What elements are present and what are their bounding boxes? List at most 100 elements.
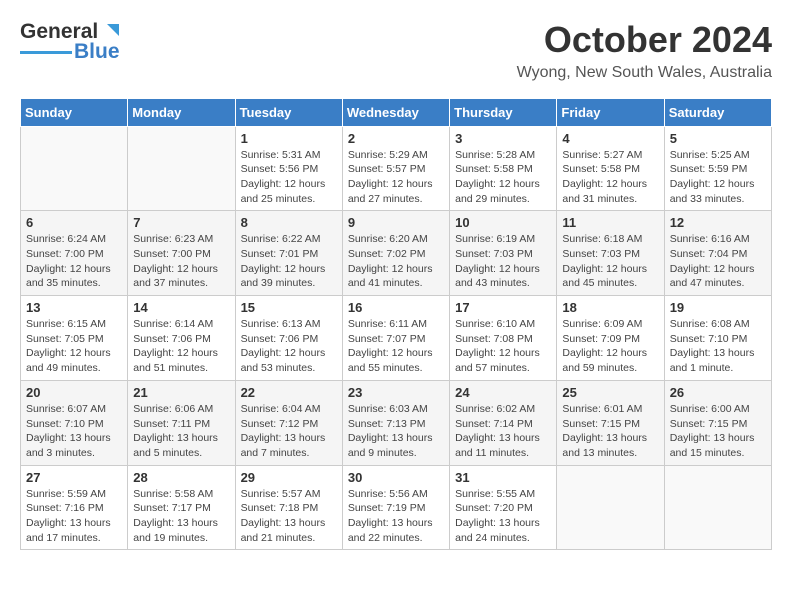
calendar-cell: 6 Sunrise: 6:24 AM Sunset: 7:00 PM Daylig… xyxy=(21,211,128,296)
day-number: 25 xyxy=(562,385,658,400)
calendar-cell: 7 Sunrise: 6:23 AM Sunset: 7:00 PM Daylig… xyxy=(128,211,235,296)
weekday-header-thursday: Thursday xyxy=(450,98,557,126)
day-detail: Sunrise: 6:18 AM Sunset: 7:03 PM Dayligh… xyxy=(562,232,658,291)
calendar-subtitle: Wyong, New South Wales, Australia xyxy=(517,64,772,82)
day-number: 14 xyxy=(133,300,229,315)
day-detail: Sunrise: 6:11 AM Sunset: 7:07 PM Dayligh… xyxy=(348,317,444,376)
day-number: 20 xyxy=(26,385,122,400)
day-number: 22 xyxy=(241,385,337,400)
calendar-cell: 1 Sunrise: 5:31 AM Sunset: 5:56 PM Daylig… xyxy=(235,126,342,211)
calendar-table: SundayMondayTuesdayWednesdayThursdayFrid… xyxy=(20,98,772,551)
calendar-cell: 15 Sunrise: 6:13 AM Sunset: 7:06 PM Dayli… xyxy=(235,296,342,381)
day-detail: Sunrise: 6:02 AM Sunset: 7:14 PM Dayligh… xyxy=(455,402,551,461)
logo: General Blue xyxy=(20,20,121,64)
weekday-header-sunday: Sunday xyxy=(21,98,128,126)
calendar-cell: 24 Sunrise: 6:02 AM Sunset: 7:14 PM Dayli… xyxy=(450,380,557,465)
calendar-cell: 2 Sunrise: 5:29 AM Sunset: 5:57 PM Daylig… xyxy=(342,126,449,211)
day-number: 18 xyxy=(562,300,658,315)
day-detail: Sunrise: 6:15 AM Sunset: 7:05 PM Dayligh… xyxy=(26,317,122,376)
calendar-cell: 8 Sunrise: 6:22 AM Sunset: 7:01 PM Daylig… xyxy=(235,211,342,296)
day-number: 31 xyxy=(455,470,551,485)
day-detail: Sunrise: 6:06 AM Sunset: 7:11 PM Dayligh… xyxy=(133,402,229,461)
day-detail: Sunrise: 6:08 AM Sunset: 7:10 PM Dayligh… xyxy=(670,317,766,376)
calendar-cell: 20Sunrise: 6:07 AM Sunset: 7:10 PM Dayli… xyxy=(21,380,128,465)
calendar-cell xyxy=(21,126,128,211)
day-number: 24 xyxy=(455,385,551,400)
title-block: October 2024 Wyong, New South Wales, Aus… xyxy=(517,20,772,82)
day-detail: Sunrise: 6:16 AM Sunset: 7:04 PM Dayligh… xyxy=(670,232,766,291)
calendar-cell: 30 Sunrise: 5:56 AM Sunset: 7:19 PM Dayli… xyxy=(342,465,449,550)
day-detail: Sunrise: 5:57 AM Sunset: 7:18 PM Dayligh… xyxy=(241,487,337,546)
day-number: 6 xyxy=(26,215,122,230)
day-number: 27 xyxy=(26,470,122,485)
day-detail: Sunrise: 6:03 AM Sunset: 7:13 PM Dayligh… xyxy=(348,402,444,461)
calendar-cell xyxy=(128,126,235,211)
day-detail: Sunrise: 6:00 AM Sunset: 7:15 PM Dayligh… xyxy=(670,402,766,461)
calendar-cell: 5Sunrise: 5:25 AM Sunset: 5:59 PM Daylig… xyxy=(664,126,771,211)
day-number: 2 xyxy=(348,131,444,146)
calendar-cell: 29Sunrise: 5:57 AM Sunset: 7:18 PM Dayli… xyxy=(235,465,342,550)
day-detail: Sunrise: 6:04 AM Sunset: 7:12 PM Dayligh… xyxy=(241,402,337,461)
day-number: 21 xyxy=(133,385,229,400)
day-detail: Sunrise: 5:29 AM Sunset: 5:57 PM Dayligh… xyxy=(348,148,444,207)
day-detail: Sunrise: 5:27 AM Sunset: 5:58 PM Dayligh… xyxy=(562,148,658,207)
day-number: 16 xyxy=(348,300,444,315)
calendar-cell: 26 Sunrise: 6:00 AM Sunset: 7:15 PM Dayli… xyxy=(664,380,771,465)
day-detail: Sunrise: 6:22 AM Sunset: 7:01 PM Dayligh… xyxy=(241,232,337,291)
day-detail: Sunrise: 6:13 AM Sunset: 7:06 PM Dayligh… xyxy=(241,317,337,376)
logo-blue: Blue xyxy=(74,40,120,64)
calendar-cell: 14Sunrise: 6:14 AM Sunset: 7:06 PM Dayli… xyxy=(128,296,235,381)
day-number: 30 xyxy=(348,470,444,485)
day-detail: Sunrise: 5:59 AM Sunset: 7:16 PM Dayligh… xyxy=(26,487,122,546)
day-detail: Sunrise: 5:58 AM Sunset: 7:17 PM Dayligh… xyxy=(133,487,229,546)
day-number: 1 xyxy=(241,131,337,146)
calendar-cell: 25Sunrise: 6:01 AM Sunset: 7:15 PM Dayli… xyxy=(557,380,664,465)
page-header: General Blue October 2024 Wyong, New Sou… xyxy=(20,20,772,82)
day-number: 26 xyxy=(670,385,766,400)
day-number: 19 xyxy=(670,300,766,315)
day-number: 23 xyxy=(348,385,444,400)
calendar-cell: 18 Sunrise: 6:09 AM Sunset: 7:09 PM Dayli… xyxy=(557,296,664,381)
day-detail: Sunrise: 5:28 AM Sunset: 5:58 PM Dayligh… xyxy=(455,148,551,207)
day-number: 17 xyxy=(455,300,551,315)
calendar-cell: 10Sunrise: 6:19 AM Sunset: 7:03 PM Dayli… xyxy=(450,211,557,296)
day-detail: Sunrise: 5:31 AM Sunset: 5:56 PM Dayligh… xyxy=(241,148,337,207)
day-detail: Sunrise: 6:24 AM Sunset: 7:00 PM Dayligh… xyxy=(26,232,122,291)
calendar-cell: 13 Sunrise: 6:15 AM Sunset: 7:05 PM Dayli… xyxy=(21,296,128,381)
day-number: 3 xyxy=(455,131,551,146)
calendar-cell xyxy=(664,465,771,550)
day-number: 9 xyxy=(348,215,444,230)
calendar-cell: 17 Sunrise: 6:10 AM Sunset: 7:08 PM Dayli… xyxy=(450,296,557,381)
weekday-header-saturday: Saturday xyxy=(664,98,771,126)
weekday-header-tuesday: Tuesday xyxy=(235,98,342,126)
weekday-header-wednesday: Wednesday xyxy=(342,98,449,126)
calendar-title: October 2024 xyxy=(517,20,772,60)
weekday-header-monday: Monday xyxy=(128,98,235,126)
day-number: 28 xyxy=(133,470,229,485)
day-detail: Sunrise: 5:56 AM Sunset: 7:19 PM Dayligh… xyxy=(348,487,444,546)
calendar-cell: 19 Sunrise: 6:08 AM Sunset: 7:10 PM Dayli… xyxy=(664,296,771,381)
day-number: 8 xyxy=(241,215,337,230)
calendar-cell: 16 Sunrise: 6:11 AM Sunset: 7:07 PM Dayli… xyxy=(342,296,449,381)
day-detail: Sunrise: 6:10 AM Sunset: 7:08 PM Dayligh… xyxy=(455,317,551,376)
calendar-cell: 11 Sunrise: 6:18 AM Sunset: 7:03 PM Dayli… xyxy=(557,211,664,296)
day-detail: Sunrise: 6:20 AM Sunset: 7:02 PM Dayligh… xyxy=(348,232,444,291)
day-number: 15 xyxy=(241,300,337,315)
day-number: 7 xyxy=(133,215,229,230)
day-number: 12 xyxy=(670,215,766,230)
calendar-cell: 23 Sunrise: 6:03 AM Sunset: 7:13 PM Dayli… xyxy=(342,380,449,465)
logo-icon xyxy=(99,20,121,42)
day-detail: Sunrise: 5:55 AM Sunset: 7:20 PM Dayligh… xyxy=(455,487,551,546)
day-detail: Sunrise: 6:09 AM Sunset: 7:09 PM Dayligh… xyxy=(562,317,658,376)
calendar-cell: 9 Sunrise: 6:20 AM Sunset: 7:02 PM Daylig… xyxy=(342,211,449,296)
day-number: 11 xyxy=(562,215,658,230)
day-detail: Sunrise: 6:23 AM Sunset: 7:00 PM Dayligh… xyxy=(133,232,229,291)
day-detail: Sunrise: 5:25 AM Sunset: 5:59 PM Dayligh… xyxy=(670,148,766,207)
calendar-cell: 12 Sunrise: 6:16 AM Sunset: 7:04 PM Dayli… xyxy=(664,211,771,296)
calendar-cell: 31 Sunrise: 5:55 AM Sunset: 7:20 PM Dayli… xyxy=(450,465,557,550)
calendar-cell: 4Sunrise: 5:27 AM Sunset: 5:58 PM Daylig… xyxy=(557,126,664,211)
day-number: 10 xyxy=(455,215,551,230)
day-number: 13 xyxy=(26,300,122,315)
calendar-cell: 28 Sunrise: 5:58 AM Sunset: 7:17 PM Dayli… xyxy=(128,465,235,550)
calendar-cell: 3 Sunrise: 5:28 AM Sunset: 5:58 PM Daylig… xyxy=(450,126,557,211)
